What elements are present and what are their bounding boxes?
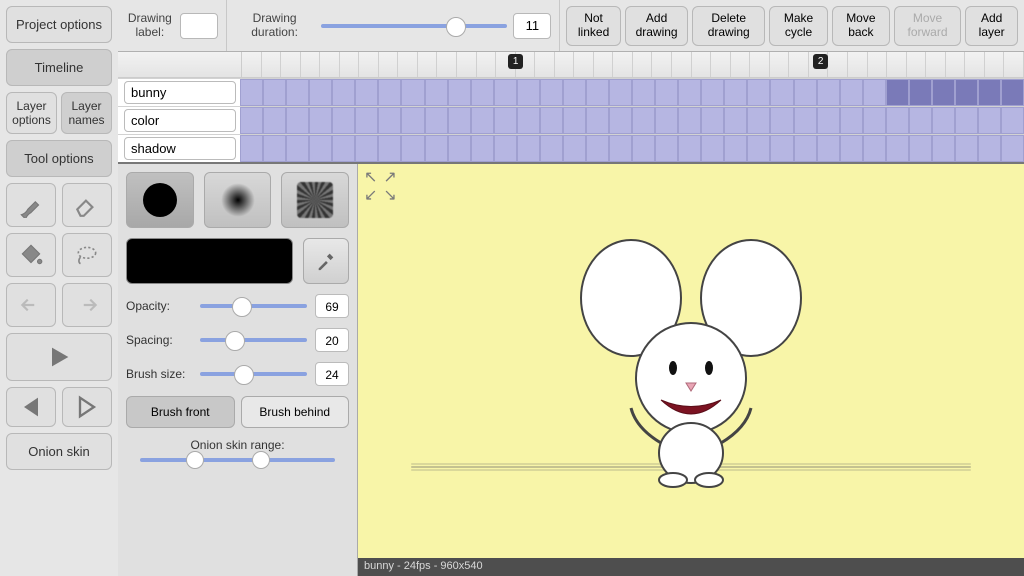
expand-icon[interactable]: ↖↗↙↘ xyxy=(364,170,397,204)
add-layer-button[interactable]: Add layer xyxy=(965,6,1018,46)
brush-texture-swatch[interactable] xyxy=(281,172,349,228)
redo-icon[interactable] xyxy=(62,283,112,327)
tool-options-button[interactable]: Tool options xyxy=(6,140,112,177)
lasso-tool-icon[interactable] xyxy=(62,233,112,277)
step-forward-button[interactable] xyxy=(62,387,112,427)
timeline-panel: 1 2 for(let i=0;i<40;i++)document.write(… xyxy=(118,52,1024,164)
spacing-label: Spacing: xyxy=(126,333,192,347)
timeline-row-color[interactable]: color for(let i=0;i<34;i++)document.writ… xyxy=(118,106,1024,134)
layer-names-button[interactable]: Layer names xyxy=(61,92,112,134)
canvas-area: ↖↗↙↘ xyxy=(358,164,1024,576)
frame-marker-2: 2 xyxy=(813,54,829,69)
timeline-button[interactable]: Timeline xyxy=(6,49,112,86)
bunny-drawing xyxy=(561,228,821,488)
spacing-slider[interactable] xyxy=(200,338,307,342)
timeline-row-bunny[interactable]: bunny for(let i=0;i<34;i++)document.writ… xyxy=(118,78,1024,106)
step-back-button[interactable] xyxy=(6,387,56,427)
timeline-row-shadow[interactable]: shadow for(let i=0;i<34;i++)document.wri… xyxy=(118,134,1024,162)
drawing-duration-slider[interactable] xyxy=(321,24,508,28)
frame-marker-1: 1 xyxy=(508,54,524,69)
drawing-label-text: Drawing label: xyxy=(126,12,174,38)
spacing-value[interactable]: 20 xyxy=(315,328,349,352)
brush-tool-icon[interactable] xyxy=(6,183,56,227)
brushsize-slider[interactable] xyxy=(200,372,307,376)
eyedropper-icon[interactable] xyxy=(303,238,349,284)
opacity-label: Opacity: xyxy=(126,299,192,313)
brush-hard-swatch[interactable] xyxy=(126,172,194,228)
brushsize-value[interactable]: 24 xyxy=(315,362,349,386)
delete-drawing-button[interactable]: Delete drawing xyxy=(692,6,765,46)
top-toolbar: Drawing label: Drawing duration: Not lin… xyxy=(118,0,1024,52)
add-drawing-button[interactable]: Add drawing xyxy=(625,6,689,46)
brush-front-button[interactable]: Brush front xyxy=(126,396,235,428)
brush-soft-swatch[interactable] xyxy=(204,172,272,228)
project-options-button[interactable]: Project options xyxy=(6,6,112,43)
drawing-duration-input[interactable] xyxy=(513,13,551,39)
layer-name-color[interactable]: color xyxy=(124,109,236,132)
undo-icon[interactable] xyxy=(6,283,56,327)
opacity-slider[interactable] xyxy=(200,304,307,308)
tool-options-panel: Opacity: 69 Spacing: 20 Brush size: 24 B… xyxy=(118,164,358,576)
brushsize-label: Brush size: xyxy=(126,367,192,381)
move-back-button[interactable]: Move back xyxy=(832,6,890,46)
canvas-statusbar: bunny - 24fps - 960x540 xyxy=(358,558,1024,576)
color-swatch[interactable] xyxy=(126,238,293,284)
layer-name-shadow[interactable]: shadow xyxy=(124,137,236,160)
eraser-tool-icon[interactable] xyxy=(62,183,112,227)
drawing-canvas[interactable]: ↖↗↙↘ xyxy=(358,164,1024,558)
onion-skin-button[interactable]: Onion skin xyxy=(6,433,112,470)
layer-options-button[interactable]: Layer options xyxy=(6,92,57,134)
left-sidebar: Project options Timeline Layer options L… xyxy=(0,0,118,576)
drawing-duration-text: Drawing duration: xyxy=(235,12,315,38)
not-linked-button[interactable]: Not linked xyxy=(566,6,620,46)
onion-range-slider[interactable] xyxy=(140,458,335,462)
play-button[interactable] xyxy=(6,333,112,381)
opacity-value[interactable]: 69 xyxy=(315,294,349,318)
timeline-ruler[interactable]: 1 2 for(let i=0;i<40;i++)document.write(… xyxy=(118,52,1024,78)
fill-tool-icon[interactable] xyxy=(6,233,56,277)
onion-range-label: Onion skin range: xyxy=(126,438,349,452)
move-forward-button[interactable]: Move forward xyxy=(894,6,962,46)
brush-behind-button[interactable]: Brush behind xyxy=(241,396,350,428)
drawing-label-input[interactable] xyxy=(180,13,218,39)
layer-name-bunny[interactable]: bunny xyxy=(124,81,236,104)
make-cycle-button[interactable]: Make cycle xyxy=(769,6,828,46)
